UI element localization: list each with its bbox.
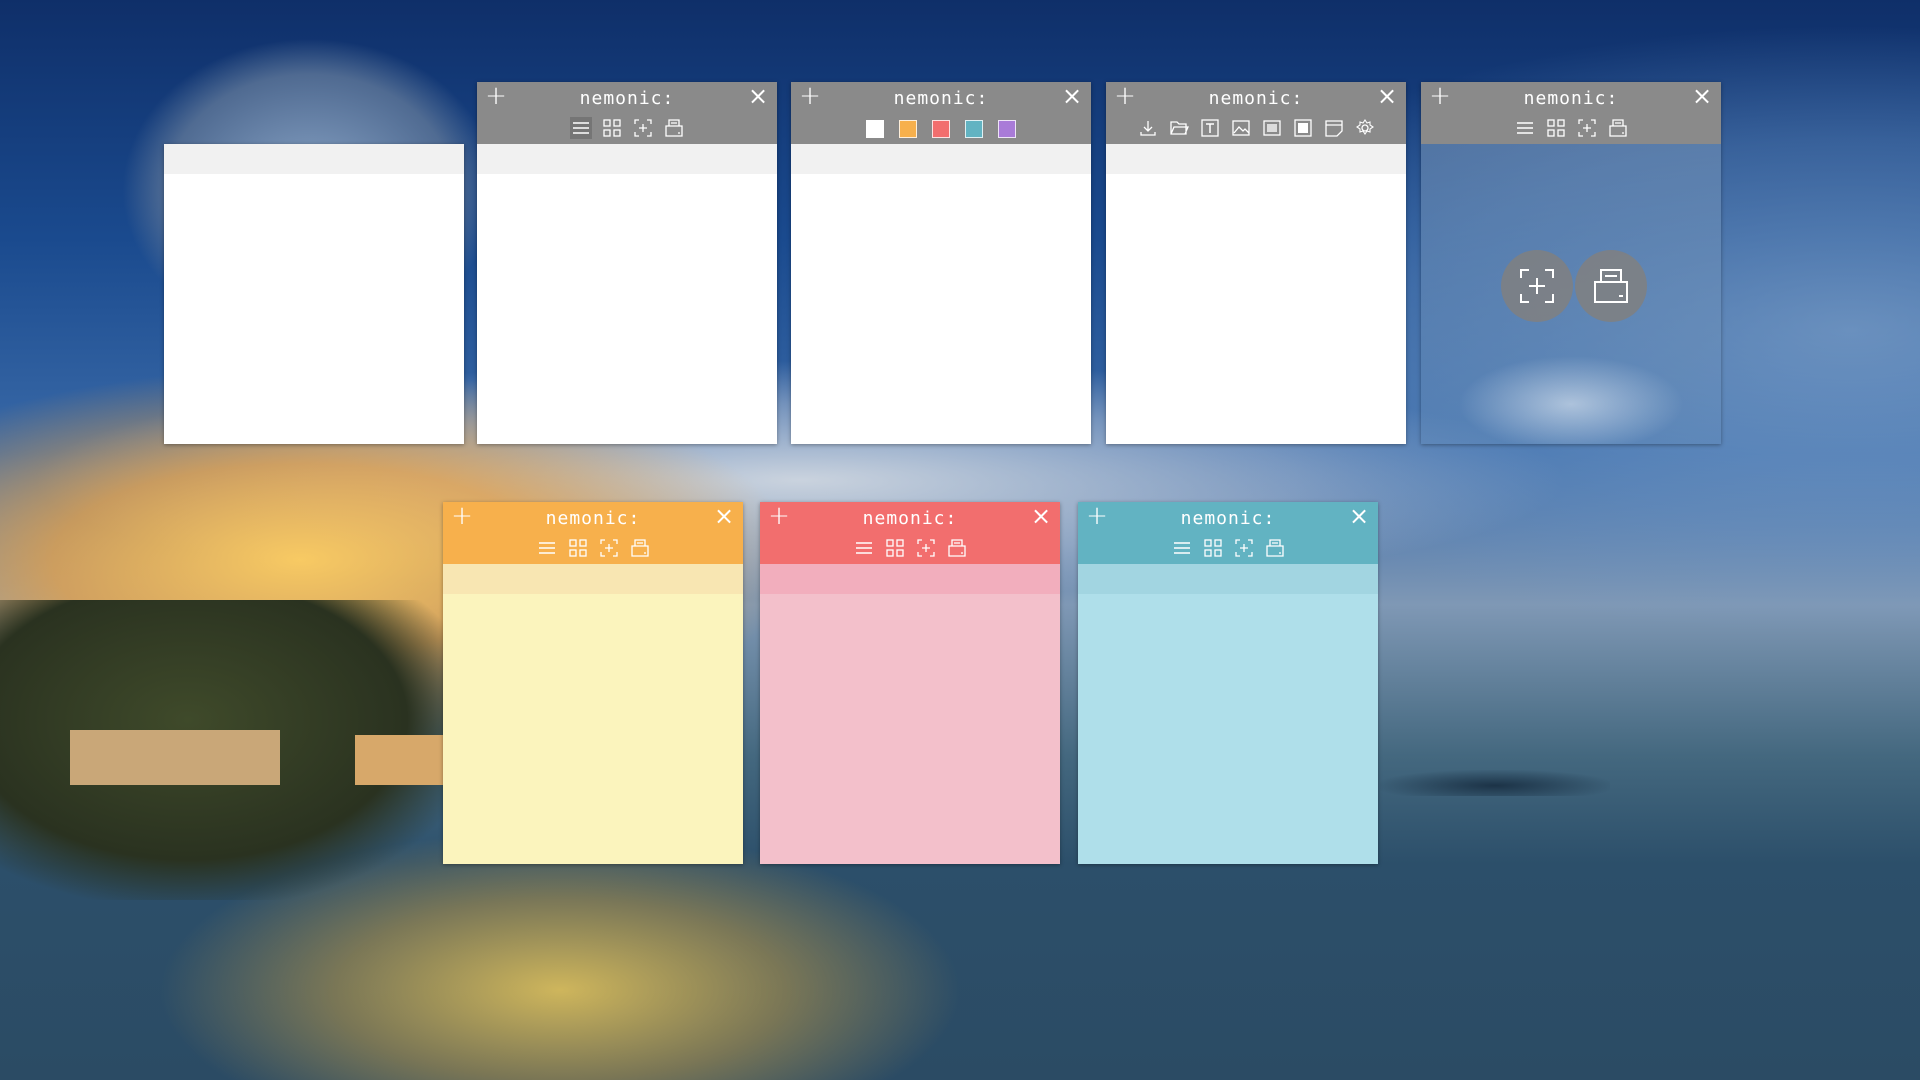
note-top-strip: [1078, 564, 1378, 594]
note-toolbar: [1078, 537, 1378, 559]
note-top-strip: [791, 144, 1091, 174]
capture-icon[interactable]: [598, 537, 620, 559]
note-header: + nemonic: ×: [1078, 502, 1378, 564]
sticky-note-white[interactable]: + nemonic: ×: [477, 82, 777, 444]
swatch-white[interactable]: [866, 120, 884, 138]
background-far-island: [1380, 770, 1610, 796]
note-top-strip: [443, 564, 743, 594]
note-header: + nemonic: ×: [1106, 82, 1406, 144]
close-icon[interactable]: ×: [747, 84, 769, 108]
menu-icon[interactable]: [1514, 117, 1536, 139]
window-icon[interactable]: [1323, 117, 1345, 139]
capture-icon[interactable]: [915, 537, 937, 559]
note-header: + nemonic: ×: [443, 502, 743, 564]
note-body[interactable]: [791, 174, 1091, 444]
swatch-orange[interactable]: [899, 120, 917, 138]
note-header: + nemonic: ×: [760, 502, 1060, 564]
text-icon[interactable]: [1199, 117, 1221, 139]
menu-icon[interactable]: [1171, 537, 1193, 559]
note-title: nemonic:: [579, 88, 675, 109]
swatch-teal[interactable]: [965, 120, 983, 138]
capture-button[interactable]: [1501, 250, 1573, 322]
sticky-note-menu-tools[interactable]: + nemonic: ×: [1106, 82, 1406, 444]
close-icon[interactable]: ×: [1030, 504, 1052, 528]
grid-icon[interactable]: [1545, 117, 1567, 139]
note-title: nemonic:: [545, 508, 641, 529]
close-icon[interactable]: ×: [1348, 504, 1370, 528]
menu-icon[interactable]: [853, 537, 875, 559]
close-icon[interactable]: ×: [1061, 84, 1083, 108]
print-icon[interactable]: [1607, 117, 1629, 139]
note-body[interactable]: [164, 174, 464, 444]
sticky-note-color-picker[interactable]: + nemonic: ×: [791, 82, 1091, 444]
note-header: + nemonic: ×: [1421, 82, 1721, 144]
note-transparent-body[interactable]: [1421, 144, 1721, 444]
note-header: + nemonic: ×: [791, 82, 1091, 144]
capture-icon[interactable]: [1576, 117, 1598, 139]
photo-frame-icon[interactable]: [1261, 117, 1283, 139]
close-icon[interactable]: ×: [713, 504, 735, 528]
note-top-strip: [164, 144, 464, 174]
capture-icon[interactable]: [1233, 537, 1255, 559]
note-body[interactable]: [1106, 174, 1406, 444]
note-top-strip: [760, 564, 1060, 594]
swatch-red[interactable]: [932, 120, 950, 138]
note-header: + nemonic: ×: [477, 82, 777, 144]
grid-icon[interactable]: [1202, 537, 1224, 559]
note-body[interactable]: [443, 594, 743, 864]
note-body[interactable]: [477, 174, 777, 444]
note-toolbar: [1106, 117, 1406, 139]
close-icon[interactable]: ×: [1691, 84, 1713, 108]
note-title: nemonic:: [1180, 508, 1276, 529]
note-title: nemonic:: [1523, 88, 1619, 109]
note-toolbar: [477, 117, 777, 139]
grid-icon[interactable]: [601, 117, 623, 139]
close-icon[interactable]: ×: [1376, 84, 1398, 108]
note-top-strip: [477, 144, 777, 174]
print-icon[interactable]: [629, 537, 651, 559]
menu-icon[interactable]: [569, 117, 592, 139]
note-title: nemonic:: [893, 88, 989, 109]
note-toolbar: [1421, 117, 1721, 139]
note-title: nemonic:: [862, 508, 958, 529]
print-button[interactable]: [1575, 250, 1647, 322]
grid-icon[interactable]: [567, 537, 589, 559]
image-icon[interactable]: [1230, 117, 1252, 139]
capture-icon[interactable]: [632, 117, 654, 139]
print-icon: [1594, 269, 1628, 303]
sticky-note-teal[interactable]: + nemonic: ×: [1078, 502, 1378, 864]
print-icon[interactable]: [946, 537, 968, 559]
note-title: nemonic:: [1208, 88, 1304, 109]
folder-open-icon[interactable]: [1168, 117, 1190, 139]
settings-icon[interactable]: [1354, 117, 1376, 139]
background-building: [70, 730, 280, 785]
sticky-note-blank[interactable]: [164, 144, 464, 444]
sticky-note-transparent[interactable]: + nemonic: ×: [1421, 82, 1721, 444]
print-icon[interactable]: [663, 117, 685, 139]
print-icon[interactable]: [1264, 537, 1286, 559]
color-swatches: [791, 117, 1091, 138]
note-body[interactable]: [1078, 594, 1378, 864]
menu-icon[interactable]: [536, 537, 558, 559]
swatch-purple[interactable]: [998, 120, 1016, 138]
note-toolbar: [760, 537, 1060, 559]
download-icon[interactable]: [1137, 117, 1159, 139]
note-body[interactable]: [760, 594, 1060, 864]
background-building: [355, 735, 445, 785]
grid-icon[interactable]: [884, 537, 906, 559]
sticky-note-orange[interactable]: + nemonic: ×: [443, 502, 743, 864]
note-top-strip: [1106, 144, 1406, 174]
sticky-note-red[interactable]: + nemonic: ×: [760, 502, 1060, 864]
note-toolbar: [443, 537, 743, 559]
fill-box-icon[interactable]: [1292, 117, 1314, 139]
capture-icon: [1520, 269, 1554, 303]
